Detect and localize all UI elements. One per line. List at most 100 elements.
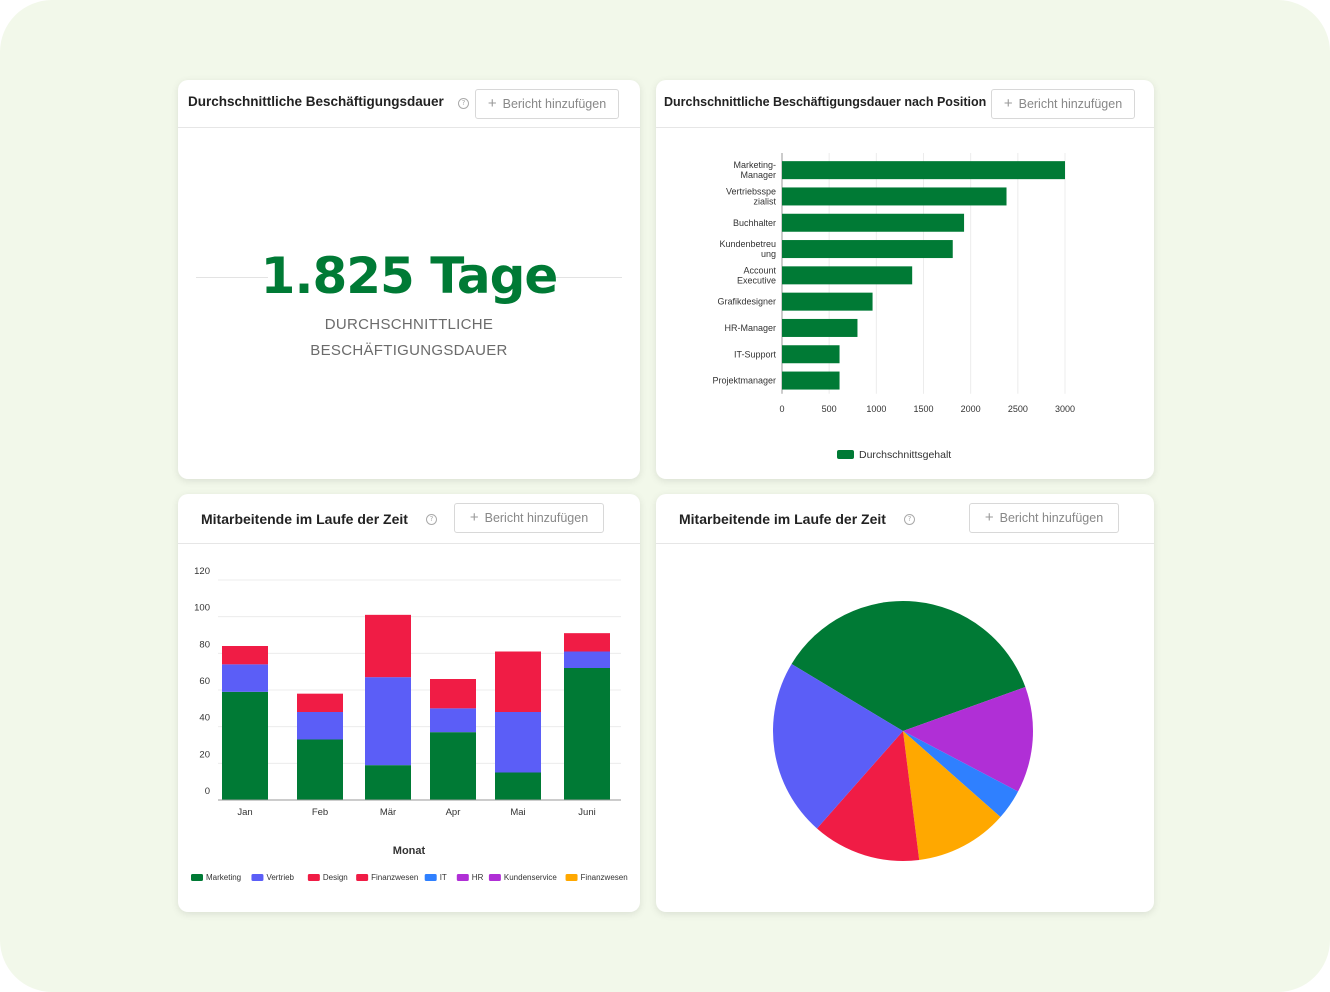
legend-label: Kundenservice [504, 873, 557, 882]
bar-segment-vertrieb [430, 708, 476, 733]
bar-segment-marketing [495, 772, 541, 800]
help-icon[interactable]: ? [904, 514, 915, 525]
category-label: Projektmanager [712, 376, 776, 386]
legend-swatch [424, 874, 437, 881]
tenure-card-title: Durchschnittliche Beschäftigungsdauer [188, 94, 444, 109]
help-icon[interactable]: ? [426, 514, 437, 525]
pie-card-header: Mitarbeitende im Laufe der Zeit ? + Beric… [656, 494, 1154, 544]
legend-swatch [456, 874, 469, 881]
bar-segment-marketing [297, 739, 343, 800]
bar-segment-vertrieb [495, 712, 541, 773]
y-tick-label: 120 [194, 566, 210, 577]
category-label: HR-Manager [724, 323, 776, 333]
x-axis-title: Monat [393, 845, 426, 857]
y-tick-label: 100 [194, 603, 210, 614]
bar-1 [782, 187, 1007, 206]
category-label: IT-Support [734, 349, 777, 359]
legend-label: Finanzwesen [581, 873, 628, 882]
position-card: Durchschnittliche Beschäftigungsdauer na… [656, 80, 1154, 479]
legend-swatch [307, 874, 320, 881]
add-report-button[interactable]: + Bericht hinzufügen [991, 89, 1135, 119]
position-bar-chart: 0 500 1000 1500 2000 2500 3000 Marketing-Manage… [712, 153, 1075, 461]
bar-segment-design [365, 614, 411, 678]
bar-segment-vertrieb [222, 664, 268, 692]
x-tick-label: Mär [380, 807, 396, 818]
add-report-label: Bericht hinzufügen [999, 511, 1104, 525]
pie-card: Mitarbeitende im Laufe der Zeit ? + Beric… [656, 494, 1154, 912]
x-tick-label: 1500 [913, 404, 933, 414]
over-time-card-title: Mitarbeitende im Laufe der Zeit [201, 511, 408, 527]
bar-segment-vertrieb [564, 651, 610, 668]
add-report-button[interactable]: + Bericht hinzufügen [454, 503, 604, 533]
plus-icon: + [487, 95, 497, 112]
bar-2 [782, 213, 965, 232]
y-tick-label: 60 [199, 676, 210, 687]
x-tick-label: 500 [822, 404, 837, 414]
bar-segment-design [430, 679, 476, 709]
category-label: Buchhalter [733, 218, 776, 228]
add-report-label: Bericht hinzufügen [1018, 97, 1123, 111]
legend-swatch [565, 874, 578, 881]
legend-label: Durchschnittsgehalt [859, 449, 951, 461]
x-tick-label: 0 [779, 404, 784, 414]
pie-chart [773, 600, 1033, 861]
bar-segment-vertrieb [365, 677, 411, 766]
stacked-bar-chart: 0 20 40 60 80 100 120 Jan Feb Mär Apr Mai Juni Monat M… [191, 566, 628, 882]
y-tick-label: 40 [199, 713, 210, 724]
y-tick-label: 0 [205, 786, 210, 797]
legend-label: Finanzwesen [371, 873, 418, 882]
x-tick-label: 3000 [1055, 404, 1075, 414]
add-report-button[interactable]: + Bericht hinzufügen [969, 503, 1119, 533]
legend-swatch [191, 874, 203, 881]
x-tick-label: 2500 [1008, 404, 1028, 414]
over-time-card-header: Mitarbeitende im Laufe der Zeit ? + Beric… [178, 494, 640, 544]
category-label: Executive [737, 275, 776, 285]
bar-0 [782, 161, 1065, 180]
tenure-caption-line2: BESCHÄFTIGUNGSDAUER [310, 342, 508, 359]
plus-icon: + [1003, 95, 1013, 112]
x-tick-label: Feb [312, 807, 328, 818]
legend-label: Marketing [206, 873, 241, 882]
category-label: Account [743, 265, 776, 275]
bar-segment-design [495, 651, 541, 712]
bar-3 [782, 240, 953, 259]
over-time-card: Mitarbeitende im Laufe der Zeit ? + Beric… [178, 494, 640, 912]
x-tick-label: Mai [510, 807, 525, 818]
bar-segment-design [297, 693, 343, 712]
category-label: Grafikdesigner [717, 297, 776, 307]
bar-4 [782, 266, 913, 285]
category-label: Vertriebsspe [726, 186, 776, 196]
add-report-button[interactable]: + Bericht hinzufügen [475, 89, 619, 119]
category-label: Marketing- [733, 160, 776, 170]
legend-label: Design [323, 873, 348, 882]
bar-segment-marketing [222, 691, 268, 800]
tenure-card: Durchschnittliche Beschäftigungsdauer ? … [178, 80, 640, 479]
x-tick-label: 2000 [961, 404, 981, 414]
plus-icon: + [469, 509, 479, 526]
dashboard-background: Durchschnittliche Beschäftigungsdauer ? … [0, 0, 1330, 992]
y-tick-label: 20 [199, 749, 210, 760]
bar-segment-marketing [564, 668, 610, 800]
bar-segment-design [222, 646, 268, 665]
legend-label: HR [472, 873, 484, 882]
position-card-title: Durchschnittliche Beschäftigungsdauer na… [664, 95, 987, 109]
x-tick-label: Jan [237, 807, 252, 818]
legend-label: IT [440, 873, 447, 882]
position-card-header: Durchschnittliche Beschäftigungsdauer na… [656, 80, 1154, 128]
tenure-value: 1.825 Tage [260, 247, 559, 305]
help-icon[interactable]: ? [458, 98, 469, 109]
add-report-label: Bericht hinzufügen [484, 511, 589, 525]
add-report-label: Bericht hinzufügen [502, 97, 607, 111]
category-label: Kundenbetreu [719, 239, 776, 249]
x-tick-label: Apr [446, 807, 461, 818]
legend-label: Vertrieb [266, 873, 294, 882]
category-label: zialist [753, 196, 776, 206]
bar-6 [782, 318, 858, 337]
legend-swatch [488, 874, 501, 881]
plus-icon: + [984, 509, 994, 526]
legend-swatch [356, 874, 369, 881]
category-label: Manager [740, 170, 776, 180]
bar-segment-marketing [430, 732, 476, 800]
x-tick-label: Juni [578, 807, 595, 818]
tenure-card-header: Durchschnittliche Beschäftigungsdauer ? … [178, 80, 640, 128]
